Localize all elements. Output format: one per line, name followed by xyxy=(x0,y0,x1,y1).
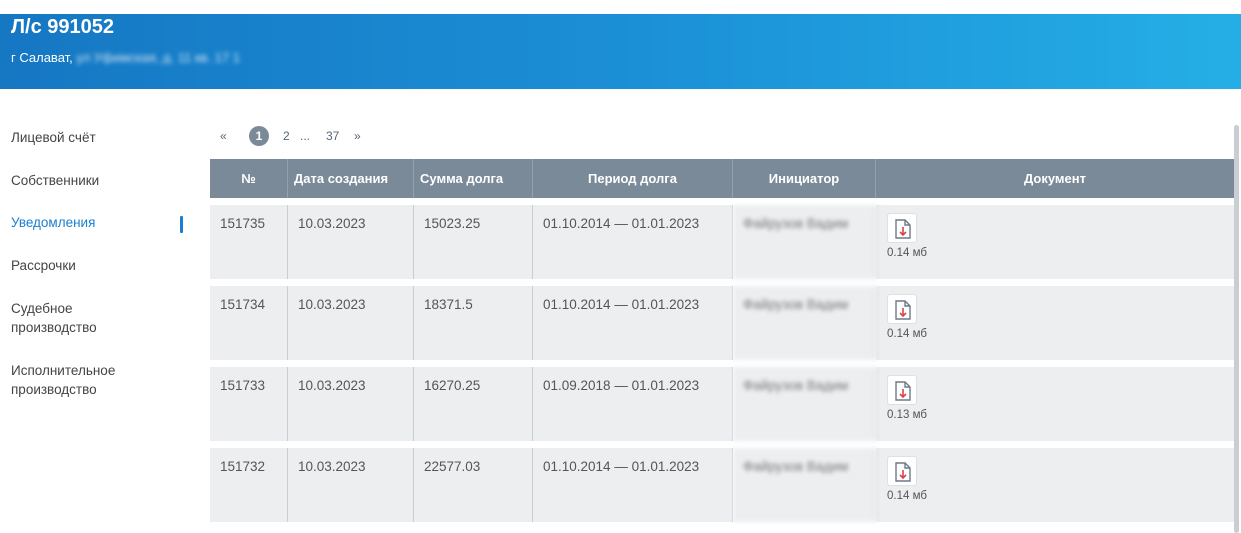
sidebar-item-installments[interactable]: Рассрочки xyxy=(11,256,76,275)
cell-sum: 16270.25 xyxy=(414,367,533,441)
cell-document: 0.14 мб xyxy=(876,205,1234,279)
account-title: Л/с 991052 xyxy=(11,16,115,38)
cell-sum: 15023.25 xyxy=(414,205,533,279)
table-row: 151732 10.03.2023 22577.03 01.10.2014 — … xyxy=(210,448,1234,522)
pdf-file-icon[interactable] xyxy=(887,456,917,486)
pdf-file-icon[interactable] xyxy=(887,294,917,324)
document-size: 0.14 мб xyxy=(887,247,927,259)
cell-sum: 22577.03 xyxy=(414,448,533,522)
cell-initiator: Файрузов Вадим xyxy=(733,205,876,279)
pagination-ellipsis: ... xyxy=(300,129,311,143)
account-address: г Салават, ул Уфимская, д. 11 кв. 17 1 xyxy=(11,50,240,65)
cell-number: 151734 xyxy=(210,286,288,360)
cell-period: 01.10.2014 — 01.01.2023 xyxy=(533,205,733,279)
sidebar-item-notifications[interactable]: Уведомления xyxy=(11,213,95,232)
column-header-initiator: Инициатор xyxy=(733,159,876,198)
sidebar-item-account[interactable]: Лицевой счёт xyxy=(11,128,96,147)
table-row: 151734 10.03.2023 18371.5 01.10.2014 — 0… xyxy=(210,286,1234,360)
document-size: 0.13 мб xyxy=(887,409,927,421)
document-size: 0.14 мб xyxy=(887,490,927,502)
document-size: 0.14 мб xyxy=(887,328,927,340)
cell-initiator: Файрузов Вадим xyxy=(733,286,876,360)
column-header-sum: Сумма долга xyxy=(414,159,533,198)
pdf-file-icon[interactable] xyxy=(887,375,917,405)
cell-date: 10.03.2023 xyxy=(288,205,414,279)
column-header-period: Период долга xyxy=(533,159,733,198)
column-header-number: № xyxy=(210,159,288,198)
pagination-page-current[interactable]: 1 xyxy=(249,126,269,146)
cell-period: 01.10.2014 — 01.01.2023 xyxy=(533,448,733,522)
cell-period: 01.10.2014 — 01.01.2023 xyxy=(533,286,733,360)
address-street: ул Уфимская, д. 11 кв. 17 1 xyxy=(76,50,240,65)
cell-date: 10.03.2023 xyxy=(288,448,414,522)
cell-number: 151733 xyxy=(210,367,288,441)
active-indicator xyxy=(180,216,183,233)
cell-initiator: Файрузов Вадим xyxy=(733,367,876,441)
cell-initiator: Файрузов Вадим xyxy=(733,448,876,522)
table-row: 151733 10.03.2023 16270.25 01.09.2018 — … xyxy=(210,367,1234,441)
table-header-row: № Дата создания Сумма долга Период долга… xyxy=(210,159,1234,198)
cell-document: 0.14 мб xyxy=(876,448,1234,522)
pagination-page-last[interactable]: 37 xyxy=(326,129,339,143)
cell-date: 10.03.2023 xyxy=(288,286,414,360)
cell-document: 0.13 мб xyxy=(876,367,1234,441)
cell-period: 01.09.2018 — 01.01.2023 xyxy=(533,367,733,441)
cell-number: 151732 xyxy=(210,448,288,522)
account-header: Л/с 991052 г Салават, ул Уфимская, д. 11… xyxy=(0,14,1241,89)
address-city: г Салават, xyxy=(11,50,73,65)
cell-sum: 18371.5 xyxy=(414,286,533,360)
pagination-next[interactable]: » xyxy=(354,129,361,143)
notifications-table: № Дата создания Сумма долга Период долга… xyxy=(210,159,1234,522)
table-row: 151735 10.03.2023 15023.25 01.10.2014 — … xyxy=(210,205,1234,279)
column-header-document: Документ xyxy=(876,159,1234,198)
pagination-page-2[interactable]: 2 xyxy=(283,129,290,143)
sidebar-item-owners[interactable]: Собственники xyxy=(11,171,99,190)
sidebar-nav: Лицевой счёт Собственники Уведомления Ра… xyxy=(0,89,200,533)
pdf-file-icon[interactable] xyxy=(887,213,917,243)
column-header-date: Дата создания xyxy=(288,159,414,198)
vertical-scrollbar[interactable] xyxy=(1234,125,1239,533)
cell-date: 10.03.2023 xyxy=(288,367,414,441)
cell-number: 151735 xyxy=(210,205,288,279)
sidebar-item-court[interactable]: Судебное производство xyxy=(11,299,97,337)
pagination-prev[interactable]: « xyxy=(220,129,227,143)
cell-document: 0.14 мб xyxy=(876,286,1234,360)
sidebar-item-enforcement[interactable]: Исполнительное производство xyxy=(11,361,115,399)
